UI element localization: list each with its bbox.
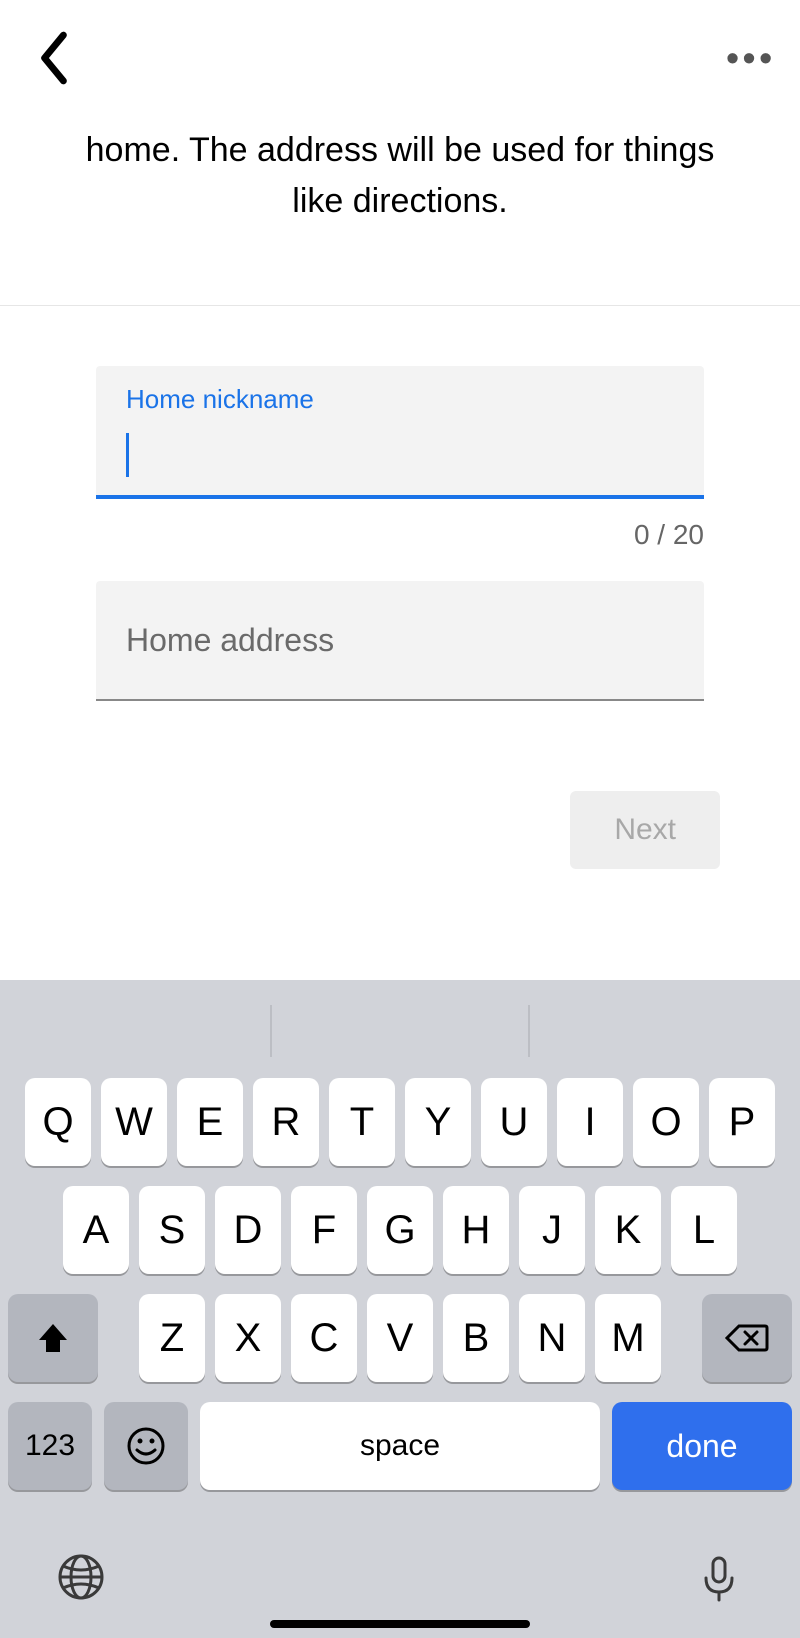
key-j[interactable]: J <box>519 1186 585 1274</box>
key-row-1: Q W E R T Y U I O P <box>0 1078 800 1166</box>
key-i[interactable]: I <box>557 1078 623 1166</box>
back-button[interactable] <box>24 28 84 88</box>
key-f[interactable]: F <box>291 1186 357 1274</box>
key-d[interactable]: D <box>215 1186 281 1274</box>
address-placeholder: Home address <box>126 622 334 659</box>
key-z[interactable]: Z <box>139 1294 205 1382</box>
text-cursor <box>126 433 129 477</box>
key-v[interactable]: V <box>367 1294 433 1382</box>
globe-icon <box>56 1552 106 1602</box>
key-c[interactable]: C <box>291 1294 357 1382</box>
form: Home nickname 0 / 20 Home address <box>0 306 800 701</box>
nickname-field[interactable]: Home nickname <box>96 366 704 499</box>
done-key[interactable]: done <box>612 1402 792 1490</box>
key-g[interactable]: G <box>367 1186 433 1274</box>
key-e[interactable]: E <box>177 1078 243 1166</box>
nav-bar: ••• <box>0 0 800 115</box>
nickname-input[interactable] <box>126 429 674 481</box>
backspace-key[interactable] <box>702 1294 792 1382</box>
keyboard: Q W E R T Y U I O P A S D F G H J K L Z … <box>0 980 800 1638</box>
key-b[interactable]: B <box>443 1294 509 1382</box>
shift-icon <box>36 1322 70 1354</box>
home-indicator[interactable] <box>270 1620 530 1628</box>
key-m[interactable]: M <box>595 1294 661 1382</box>
address-field[interactable]: Home address <box>96 581 704 701</box>
key-row-4: 123 space done <box>0 1402 800 1508</box>
key-u[interactable]: U <box>481 1078 547 1166</box>
mic-button[interactable] <box>694 1552 744 1602</box>
key-row-2: A S D F G H J K L <box>0 1186 800 1274</box>
key-o[interactable]: O <box>633 1078 699 1166</box>
next-label: Next <box>614 813 676 846</box>
key-q[interactable]: Q <box>25 1078 91 1166</box>
key-k[interactable]: K <box>595 1186 661 1274</box>
key-t[interactable]: T <box>329 1078 395 1166</box>
key-p[interactable]: P <box>709 1078 775 1166</box>
next-row: Next <box>0 701 800 869</box>
space-key[interactable]: space <box>200 1402 600 1490</box>
key-l[interactable]: L <box>671 1186 737 1274</box>
emoji-key[interactable] <box>104 1402 188 1490</box>
next-button[interactable]: Next <box>570 791 720 869</box>
key-a[interactable]: A <box>63 1186 129 1274</box>
key-y[interactable]: Y <box>405 1078 471 1166</box>
suggestion-bar <box>0 984 800 1078</box>
nickname-counter: 0 / 20 <box>96 519 704 551</box>
shift-key[interactable] <box>8 1294 98 1382</box>
more-button[interactable]: ••• <box>726 28 776 88</box>
more-icon: ••• <box>726 37 776 79</box>
intro-text: home. The address will be used for thing… <box>0 115 800 287</box>
key-row-3: Z X C V B N M <box>0 1294 800 1382</box>
emoji-icon <box>126 1426 166 1466</box>
key-s[interactable]: S <box>139 1186 205 1274</box>
globe-button[interactable] <box>56 1552 106 1602</box>
nickname-label: Home nickname <box>126 384 674 415</box>
numeric-key[interactable]: 123 <box>8 1402 92 1490</box>
suggestion-separator <box>270 1005 272 1057</box>
backspace-icon <box>725 1322 769 1354</box>
chevron-left-icon <box>37 31 71 85</box>
key-r[interactable]: R <box>253 1078 319 1166</box>
suggestion-separator <box>528 1005 530 1057</box>
key-h[interactable]: H <box>443 1186 509 1274</box>
key-x[interactable]: X <box>215 1294 281 1382</box>
key-n[interactable]: N <box>519 1294 585 1382</box>
key-w[interactable]: W <box>101 1078 167 1166</box>
mic-icon <box>694 1552 744 1602</box>
